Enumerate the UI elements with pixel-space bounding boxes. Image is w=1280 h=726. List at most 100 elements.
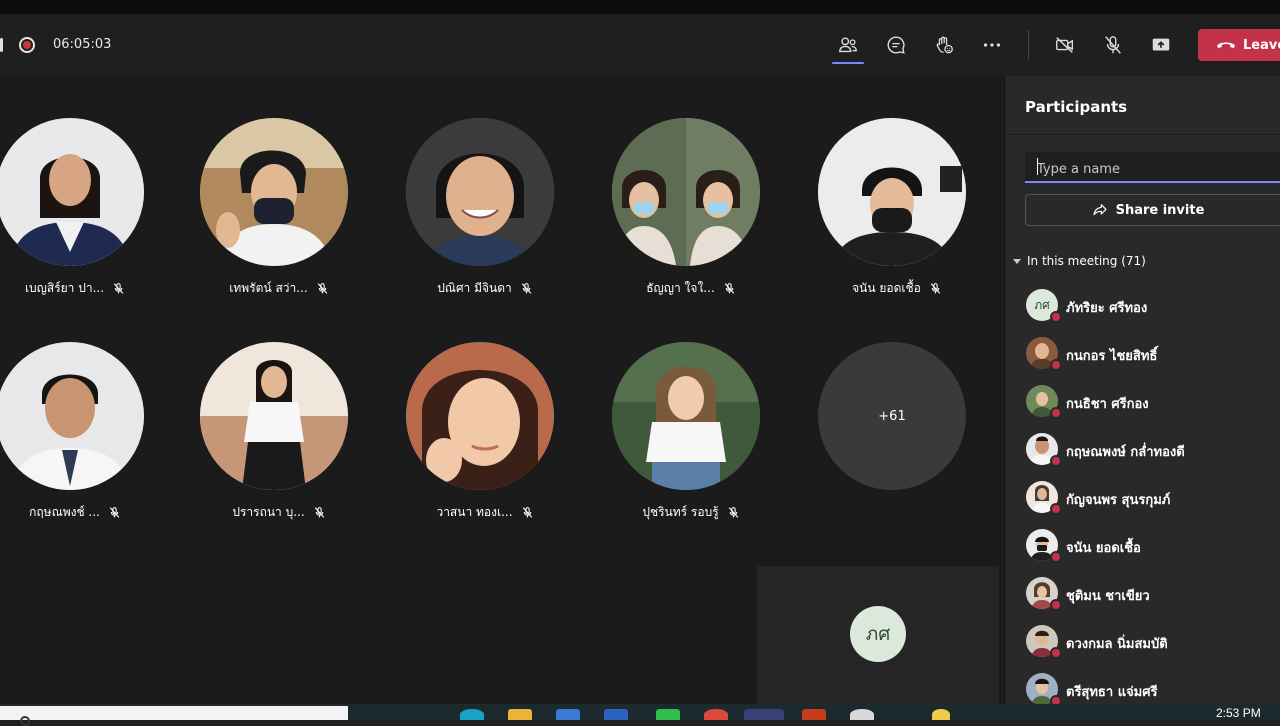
participant-tile[interactable]: จนัน ยอดเชื้อ [812,118,972,318]
share-invite-label: Share invite [1115,202,1205,218]
avatar: ภศ [1026,289,1062,323]
participant-name: ตรีสุทธา แจ่มศรี [1066,685,1158,700]
participant-name: ชุติมน ชาเขียว [1066,589,1150,604]
store-icon[interactable] [556,709,580,720]
mic-off-icon [314,507,324,518]
avatar [1026,481,1062,515]
mic-off-icon [109,507,120,518]
meeting-timer: 06:05:03 [53,37,112,52]
panel-title: Participants [1025,98,1128,116]
participant-tile-name: ปรารถนา บุ... [194,503,364,522]
avatar [1026,577,1062,611]
list-item[interactable]: กัญจนพร สุนรกุมภ์ [1005,474,1280,522]
mic-toggle-button[interactable] [1096,30,1130,60]
meeting-toolbar: 06:05:03 Leave [0,14,1280,76]
chrome-icon[interactable] [704,709,728,720]
status-badge [1050,359,1062,371]
participant-video [0,118,144,266]
os-taskbar: 2:53 PM [0,704,1280,726]
recording-icon [19,37,35,53]
participant-tile[interactable]: ปรารถนา บุ... [194,342,354,542]
reactions-button[interactable] [927,30,961,60]
participant-tile[interactable]: ปุชรินทร์ รอบรู้ [606,342,766,542]
list-item[interactable]: กฤษณพงษ์ กล่ำทองดี [1005,426,1280,474]
participants-panel: Participants Share invite In this meetin… [1004,76,1280,707]
raise-hand-icon [936,36,953,54]
participant-search-input[interactable] [1025,152,1280,183]
leave-button[interactable]: Leave [1198,29,1280,61]
status-badge [1050,455,1062,467]
weather-icon [932,709,950,720]
avatar [1026,673,1062,707]
overflow-participants-tile[interactable]: +61 [818,342,966,490]
participant-tile-name: ปณิศา มีจินดา [400,279,570,298]
list-item[interactable]: ภศ ภัทริยะ ศรีทอง [1005,282,1280,330]
participant-name: กัญจนพร สุนรกุมภ์ [1066,493,1171,508]
list-item[interactable]: จนัน ยอดเชื้อ [1005,522,1280,570]
camera-off-icon [1056,37,1074,53]
participant-tile-name: ปุชรินทร์ รอบรู้ [606,503,776,522]
participant-name: ดวงกมล นิ่มสมบัติ [1066,637,1168,652]
list-item[interactable]: ดวงกมล นิ่มสมบัติ [1005,618,1280,666]
mic-off-icon [521,283,532,294]
powerpoint-icon[interactable] [802,709,826,720]
chat-button[interactable] [879,30,913,60]
folder-icon[interactable] [508,709,532,720]
leave-label: Leave [1243,37,1280,53]
section-label: In this meeting (71) [1027,254,1146,268]
participant-tile-name: วาสนา ทองเ... [400,503,570,522]
taskbar-search-box[interactable] [0,706,348,726]
shield-icon[interactable] [604,709,628,720]
window-titlebar [0,0,1280,14]
panel-divider [1005,134,1280,135]
participant-name: ภัทริยะ ศรีทอง [1066,301,1148,316]
chevron-down-icon [1013,258,1021,264]
participants-active-indicator [832,62,864,64]
line-app-icon[interactable] [656,709,680,720]
participant-video [406,342,554,490]
teams-icon[interactable] [744,709,784,720]
list-item[interactable]: ชุติมน ชาเขียว [1005,570,1280,618]
people-icon [839,37,857,53]
video-stage: เบญสิร์ยา ปา... เทพรัตน์ สว่า... ปณิศา ม… [0,76,1002,704]
participant-tile[interactable]: วาสนา ทองเ... [400,342,560,542]
participant-tile[interactable]: เบญสิร์ยา ปา... [0,118,150,318]
share-screen-icon [1152,38,1170,51]
mic-off-icon [113,283,124,294]
browser-icon[interactable] [460,709,484,720]
participants-button[interactable] [831,30,865,60]
search-icon [20,716,30,726]
participant-tile-name: จนัน ยอดเชื้อ [812,279,982,298]
share-screen-button[interactable] [1144,30,1178,60]
self-preview-tile[interactable]: ภศ [757,566,999,704]
list-item[interactable]: กนกอร ไชยสิทธิ์ [1005,330,1280,378]
participant-tile[interactable]: ธัญญา ใจใ... [606,118,766,318]
status-badge [1050,407,1062,419]
avatar [1026,529,1062,563]
avatar [1026,625,1062,659]
participant-video [200,342,348,490]
participant-video [612,118,760,266]
status-badge [1050,551,1062,563]
in-meeting-section-header[interactable]: In this meeting (71) [1013,254,1146,268]
participant-tile-name: ธัญญา ใจใ... [606,279,776,298]
list-item[interactable]: กนธิชา ศรีกอง [1005,378,1280,426]
self-avatar: ภศ [850,606,906,662]
avatar [1026,385,1062,419]
avatar [1026,337,1062,371]
more-icon [983,43,1001,47]
more-actions-button[interactable] [975,30,1009,60]
share-invite-button[interactable]: Share invite [1025,194,1280,226]
mic-off-icon [317,283,327,294]
camera-toggle-button[interactable] [1048,30,1082,60]
taskbar-clock[interactable]: 2:53 PM [1216,706,1261,720]
app-icon[interactable] [850,709,874,720]
mic-off-icon [728,507,738,518]
participant-name: จนัน ยอดเชื้อ [1066,541,1141,556]
participant-tile[interactable]: ปณิศา มีจินดา [400,118,560,318]
participant-tile[interactable]: เทพรัตน์ สว่า... [194,118,354,318]
chat-icon [887,36,905,54]
share-icon [1092,204,1107,216]
participant-tile[interactable]: กฤษณพงช์ ... [0,342,150,542]
participant-video [612,342,760,490]
